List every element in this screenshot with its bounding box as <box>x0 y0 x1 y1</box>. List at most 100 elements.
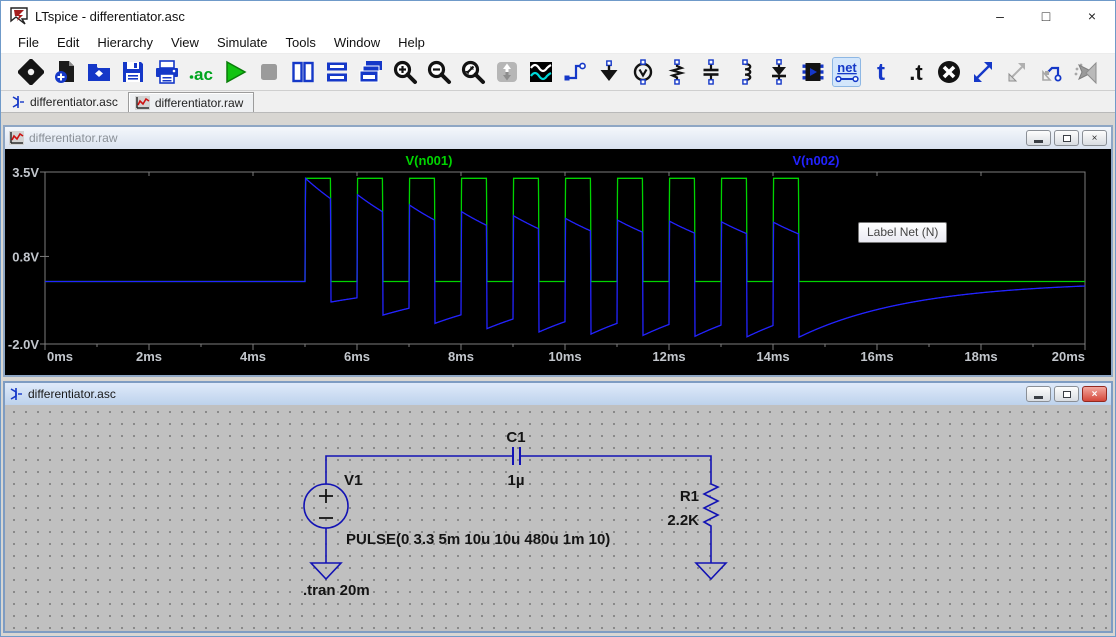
legend-vn001[interactable]: V(n001) <box>406 153 453 168</box>
tab-differentiator-raw[interactable]: differentiator.raw <box>128 92 255 112</box>
capacitor-icon[interactable] <box>697 58 724 86</box>
menu-item-tools[interactable]: Tools <box>277 33 325 52</box>
menu-item-window[interactable]: Window <box>325 33 389 52</box>
legend-vn002[interactable]: V(n002) <box>793 153 840 168</box>
wire-top-right[interactable] <box>520 456 711 481</box>
r1-value-label[interactable]: 2.2K <box>667 512 699 529</box>
menu-item-edit[interactable]: Edit <box>48 33 88 52</box>
label-net-icon[interactable]: net <box>833 58 860 86</box>
resistor-icon[interactable] <box>663 58 690 86</box>
waveform-window-titlebar[interactable]: differentiator.raw × <box>5 127 1111 149</box>
x-tick-label: 18ms <box>964 349 997 364</box>
schematic-window-titlebar[interactable]: differentiator.asc × <box>5 383 1111 405</box>
new-schematic-icon[interactable] <box>51 58 78 86</box>
svg-text:ac: ac <box>194 65 213 84</box>
tran-directive[interactable]: .tran 20m <box>303 582 370 599</box>
minimize-button[interactable]: – <box>977 1 1023 31</box>
ltspice-window: LTspice - differentiator.asc – □ × FileE… <box>0 0 1116 637</box>
waveform-plot: 0ms2ms4ms6ms8ms10ms12ms14ms16ms18ms20ms3… <box>5 149 1113 375</box>
x-tick-label: 8ms <box>448 349 474 364</box>
text-icon[interactable]: t <box>867 58 894 86</box>
c1-name-label[interactable]: C1 <box>506 429 525 446</box>
spice-directive-icon[interactable]: .t <box>901 58 928 86</box>
y-tick-label: 0.8V <box>12 249 39 264</box>
pan-icon <box>493 58 520 86</box>
svg-text:net: net <box>837 60 857 75</box>
zoom-out-icon[interactable] <box>425 58 452 86</box>
x-tick-label: 4ms <box>240 349 266 364</box>
menu-item-view[interactable]: View <box>162 33 208 52</box>
menu-item-file[interactable]: File <box>9 33 48 52</box>
delete-icon[interactable] <box>935 58 962 86</box>
paste-icon <box>1037 58 1064 86</box>
x-tick-label: 6ms <box>344 349 370 364</box>
menu-item-hierarchy[interactable]: Hierarchy <box>88 33 162 52</box>
ltspice-logo-icon <box>9 6 29 26</box>
menubar: FileEditHierarchyViewSimulateToolsWindow… <box>1 31 1115 54</box>
x-tick-label: 20ms <box>1052 349 1085 364</box>
save-icon[interactable] <box>119 58 146 86</box>
halt-icon <box>255 58 282 86</box>
x-tick-label: 10ms <box>548 349 581 364</box>
zoom-extents-icon[interactable] <box>459 58 486 86</box>
tab-differentiator-asc[interactable]: differentiator.asc <box>5 92 128 112</box>
schematic-minimize-button[interactable] <box>1026 386 1051 402</box>
print-icon[interactable] <box>153 58 180 86</box>
y-tick-label: 3.5V <box>12 165 39 180</box>
ac-analysis-icon[interactable]: ac <box>187 58 214 86</box>
close-button[interactable]: × <box>1069 1 1115 31</box>
v1-value-label[interactable]: PULSE(0 3.3 5m 10u 10u 480u 1m 10) <box>346 531 610 548</box>
run-icon[interactable] <box>221 58 248 86</box>
tile-vertical-icon[interactable] <box>289 58 316 86</box>
x-tick-label: 2ms <box>136 349 162 364</box>
waveform-window: differentiator.raw × 0ms 2ms 4ms 6ms 8ms 10ms… <box>3 125 1113 377</box>
cascade-icon[interactable] <box>357 58 384 86</box>
waveform-pane-icon[interactable] <box>527 58 554 86</box>
control-panel-icon[interactable] <box>17 58 44 86</box>
waveform-window-icon <box>9 131 24 145</box>
schematic-window-icon <box>9 387 23 401</box>
r1-name-label[interactable]: R1 <box>680 488 699 505</box>
x-tick-label: 14ms <box>756 349 789 364</box>
svg-text:t: t <box>877 59 885 85</box>
v1-name-label[interactable]: V1 <box>344 472 362 489</box>
waveform-plot-area[interactable]: 0ms2ms4ms6ms8ms10ms12ms14ms16ms18ms20ms3… <box>5 149 1111 375</box>
voltage-source-icon[interactable] <box>629 58 656 86</box>
x-tick-label: 16ms <box>860 349 893 364</box>
ground-symbol-v1[interactable] <box>311 563 341 579</box>
schematic-icon <box>11 95 25 109</box>
y-tick-label: -2.0V <box>8 337 39 352</box>
titlebar: LTspice - differentiator.asc – □ × <box>1 1 1115 31</box>
v1-polarity-marks <box>319 489 333 518</box>
zoom-in-icon[interactable] <box>391 58 418 86</box>
waveform-restore-button[interactable] <box>1054 130 1079 146</box>
schematic-window: differentiator.asc × <box>3 381 1113 633</box>
c1-symbol[interactable] <box>513 447 520 465</box>
open-icon[interactable] <box>85 58 112 86</box>
ground-symbol-r1[interactable] <box>696 563 726 579</box>
c1-value-label[interactable]: 1µ <box>508 472 525 489</box>
ground-icon[interactable] <box>595 58 622 86</box>
maximize-button[interactable]: □ <box>1023 1 1069 31</box>
waveform-close-button[interactable]: × <box>1082 130 1107 146</box>
schematic-window-title: differentiator.asc <box>28 387 116 401</box>
waveform-window-title: differentiator.raw <box>29 131 118 145</box>
schematic-canvas[interactable]: C1 1µ V1 PULSE(0 3.3 5m 10u 10u 480u 1m … <box>5 405 1111 631</box>
menu-item-simulate[interactable]: Simulate <box>208 33 277 52</box>
r1-symbol[interactable] <box>704 481 718 531</box>
drag-icon <box>1003 58 1030 86</box>
schematic-restore-button[interactable] <box>1054 386 1079 402</box>
schematic-close-button[interactable]: × <box>1082 386 1107 402</box>
tile-horizontal-icon[interactable] <box>323 58 350 86</box>
inductor-icon[interactable] <box>731 58 758 86</box>
wire-icon[interactable] <box>561 58 588 86</box>
diode-icon[interactable] <box>765 58 792 86</box>
tab-label: differentiator.raw <box>155 96 244 110</box>
waveform-tab-icon <box>135 96 150 110</box>
component-icon[interactable] <box>799 58 826 86</box>
menu-item-help[interactable]: Help <box>389 33 434 52</box>
move-icon[interactable] <box>969 58 996 86</box>
waveform-minimize-button[interactable] <box>1026 130 1051 146</box>
mdi-area: Label Net (N) differentiator.raw × 0ms2m… <box>1 113 1115 637</box>
x-tick-label: 0ms <box>47 349 73 364</box>
